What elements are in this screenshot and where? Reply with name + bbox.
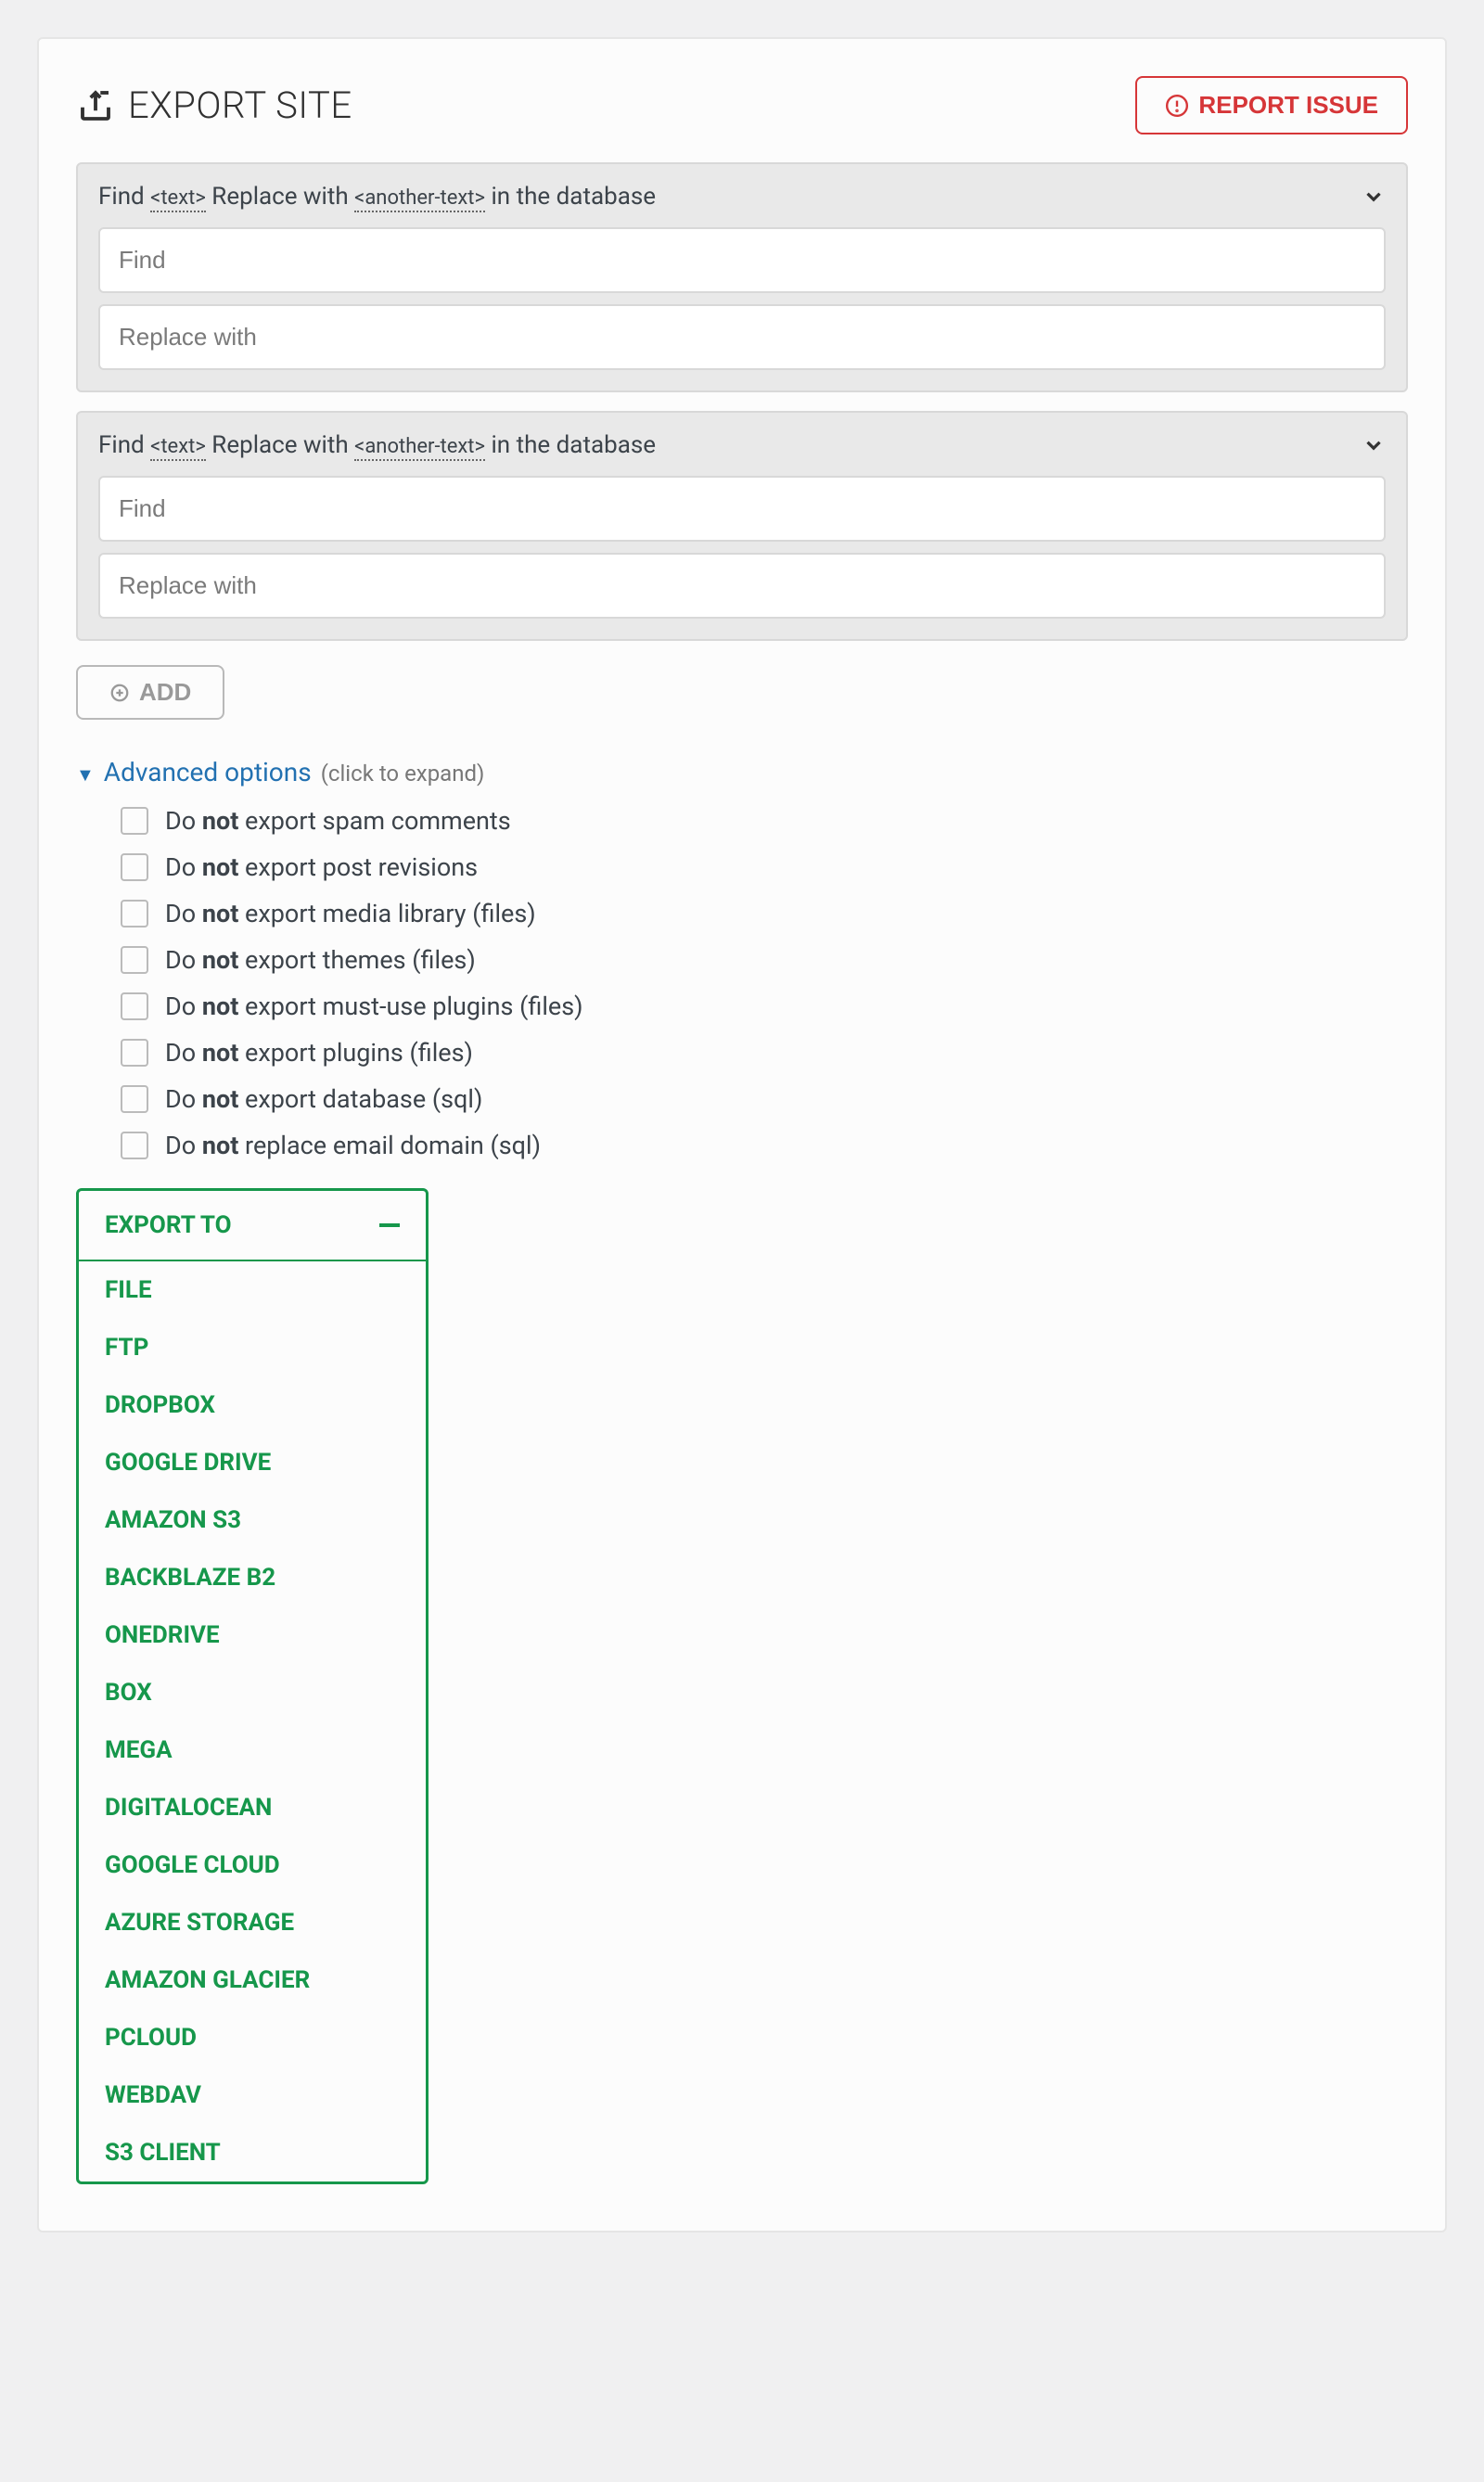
advanced-options-hint: (click to expand) [321, 761, 485, 787]
chevron-down-icon[interactable] [1362, 433, 1386, 457]
export-destination-item[interactable]: GOOGLE DRIVE [79, 1434, 426, 1491]
advanced-option-label: Do not export post revisions [165, 852, 478, 882]
find-replace-box-2: Find <text> Replace with <another-text> … [76, 411, 1408, 641]
find-replace-box-1: Find <text> Replace with <another-text> … [76, 162, 1408, 392]
find-replace-header-1: Find <text> Replace with <another-text> … [98, 183, 1386, 211]
panel-header: EXPORT SITE REPORT ISSUE [76, 76, 1408, 134]
advanced-option-row[interactable]: Do not export must-use plugins (files) [121, 992, 1408, 1021]
advanced-option-label: Do not export media library (files) [165, 899, 536, 928]
export-destination-item[interactable]: DIGITALOCEAN [79, 1779, 426, 1836]
advanced-option-label: Do not replace email domain (sql) [165, 1131, 541, 1160]
advanced-option-checkbox[interactable] [121, 946, 148, 974]
export-destination-item[interactable]: S3 CLIENT [79, 2124, 426, 2181]
export-destination-item[interactable]: GOOGLE CLOUD [79, 1836, 426, 1894]
advanced-option-checkbox[interactable] [121, 1085, 148, 1113]
export-site-panel: EXPORT SITE REPORT ISSUE Find <text> Rep… [37, 37, 1447, 2233]
export-destination-item[interactable]: MEGA [79, 1721, 426, 1779]
advanced-options-list: Do not export spam comments Do not export… [76, 806, 1408, 1160]
export-to-header[interactable]: EXPORT TO [79, 1191, 426, 1261]
advanced-option-checkbox[interactable] [121, 992, 148, 1020]
alert-icon [1165, 94, 1189, 118]
minus-icon [379, 1223, 400, 1227]
advanced-option-checkbox[interactable] [121, 900, 148, 928]
page-title: EXPORT SITE [76, 83, 352, 127]
triangle-down-icon: ▼ [76, 763, 95, 787]
advanced-options-label: Advanced options [104, 757, 312, 787]
advanced-option-row[interactable]: Do not export post revisions [121, 852, 1408, 882]
export-destination-item[interactable]: ONEDRIVE [79, 1606, 426, 1664]
add-button[interactable]: ADD [76, 665, 224, 720]
advanced-option-row[interactable]: Do not export spam comments [121, 806, 1408, 836]
export-icon [76, 86, 115, 125]
advanced-option-row[interactable]: Do not export database (sql) [121, 1084, 1408, 1114]
advanced-option-row[interactable]: Do not replace email domain (sql) [121, 1131, 1408, 1160]
chevron-down-icon[interactable] [1362, 185, 1386, 209]
advanced-option-checkbox[interactable] [121, 1132, 148, 1159]
export-destination-item[interactable]: WEBDAV [79, 2066, 426, 2124]
export-destination-item[interactable]: BACKBLAZE B2 [79, 1549, 426, 1606]
advanced-option-checkbox[interactable] [121, 807, 148, 835]
export-destination-item[interactable]: AZURE STORAGE [79, 1894, 426, 1951]
export-destination-item[interactable]: BOX [79, 1664, 426, 1721]
advanced-option-row[interactable]: Do not export media library (files) [121, 899, 1408, 928]
advanced-option-row[interactable]: Do not export plugins (files) [121, 1038, 1408, 1068]
advanced-options-toggle[interactable]: ▼ Advanced options (click to expand) [76, 757, 1408, 787]
export-destination-item[interactable]: FTP [79, 1319, 426, 1376]
advanced-option-label: Do not export database (sql) [165, 1084, 482, 1114]
plus-circle-icon [109, 683, 130, 703]
advanced-option-checkbox[interactable] [121, 853, 148, 881]
advanced-option-checkbox[interactable] [121, 1039, 148, 1067]
replace-input-2[interactable] [98, 553, 1386, 619]
page-title-text: EXPORT SITE [128, 83, 352, 127]
export-to-menu: EXPORT TO FILEFTPDROPBOXGOOGLE DRIVEAMAZ… [76, 1188, 429, 2184]
export-destination-item[interactable]: PCLOUD [79, 2009, 426, 2066]
find-replace-header-2: Find <text> Replace with <another-text> … [98, 431, 1386, 459]
export-destination-item[interactable]: AMAZON GLACIER [79, 1951, 426, 2009]
export-destination-item[interactable]: DROPBOX [79, 1376, 426, 1434]
advanced-option-label: Do not export must-use plugins (files) [165, 992, 583, 1021]
report-issue-button[interactable]: REPORT ISSUE [1135, 76, 1408, 134]
advanced-option-label: Do not export spam comments [165, 806, 511, 836]
find-input-1[interactable] [98, 227, 1386, 293]
export-to-label: EXPORT TO [105, 1211, 232, 1239]
replace-input-1[interactable] [98, 304, 1386, 370]
add-button-label: ADD [139, 678, 191, 707]
find-input-2[interactable] [98, 476, 1386, 542]
advanced-option-label: Do not export plugins (files) [165, 1038, 473, 1068]
advanced-option-label: Do not export themes (files) [165, 945, 476, 975]
export-destination-item[interactable]: FILE [79, 1261, 426, 1319]
report-issue-label: REPORT ISSUE [1198, 91, 1378, 120]
export-destination-item[interactable]: AMAZON S3 [79, 1491, 426, 1549]
advanced-option-row[interactable]: Do not export themes (files) [121, 945, 1408, 975]
